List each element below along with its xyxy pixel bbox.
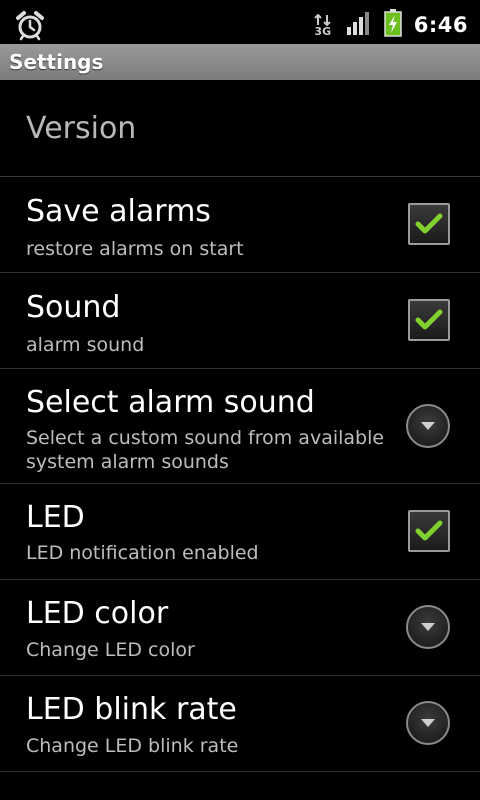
setting-summary: Select a custom sound from available sys… bbox=[26, 427, 385, 473]
title-bar: Settings bbox=[0, 44, 480, 80]
page-title: Settings bbox=[9, 50, 104, 74]
status-icons: 3G 6:46 bbox=[312, 0, 468, 50]
category-label: Version bbox=[26, 111, 137, 146]
setting-summary: LED notification enabled bbox=[26, 542, 259, 564]
setting-title: LED bbox=[26, 500, 85, 535]
setting-select-alarm-sound[interactable]: Select alarm sound Select a custom sound… bbox=[0, 369, 480, 484]
setting-led-blink-rate[interactable]: LED blink rate Change LED blink rate bbox=[0, 676, 480, 772]
setting-summary: alarm sound bbox=[26, 334, 145, 356]
setting-sound[interactable]: Sound alarm sound bbox=[0, 273, 480, 369]
setting-title: LED blink rate bbox=[26, 692, 237, 727]
setting-summary: Change LED color bbox=[26, 639, 195, 661]
setting-title: Select alarm sound bbox=[26, 385, 315, 420]
save-alarms-checkbox[interactable] bbox=[408, 203, 450, 245]
setting-title: Save alarms bbox=[26, 194, 211, 229]
chevron-down-icon bbox=[421, 623, 435, 631]
led-blink-rate-dropdown[interactable] bbox=[406, 701, 450, 745]
led-color-dropdown[interactable] bbox=[406, 605, 450, 649]
settings-screen: 3G 6:46 Settings Version Save alarms res… bbox=[0, 0, 480, 800]
status-bar: 3G 6:46 bbox=[0, 0, 480, 50]
clock-time: 6:46 bbox=[413, 13, 468, 37]
battery-charging-icon bbox=[384, 9, 402, 41]
chevron-down-icon bbox=[421, 422, 435, 430]
setting-led[interactable]: LED LED notification enabled bbox=[0, 484, 480, 580]
data-arrows-icon: 3G bbox=[312, 13, 334, 38]
check-icon bbox=[415, 309, 443, 330]
led-checkbox[interactable] bbox=[408, 510, 450, 552]
select-alarm-sound-dropdown[interactable] bbox=[406, 404, 450, 448]
setting-summary: Change LED blink rate bbox=[26, 735, 239, 757]
alarm-clock-icon bbox=[14, 9, 46, 41]
setting-save-alarms[interactable]: Save alarms restore alarms on start bbox=[0, 177, 480, 273]
check-icon bbox=[415, 213, 443, 234]
settings-list: Version Save alarms restore alarms on st… bbox=[0, 80, 480, 772]
setting-title: Sound bbox=[26, 290, 121, 325]
setting-summary: restore alarms on start bbox=[26, 238, 244, 260]
check-icon bbox=[415, 520, 443, 541]
chevron-down-icon bbox=[421, 719, 435, 727]
setting-title: LED color bbox=[26, 596, 169, 631]
network-type-label: 3G bbox=[314, 24, 332, 38]
signal-bars-icon bbox=[346, 11, 372, 39]
sound-checkbox[interactable] bbox=[408, 299, 450, 341]
category-header-version: Version bbox=[0, 80, 480, 177]
setting-led-color[interactable]: LED color Change LED color bbox=[0, 580, 480, 676]
